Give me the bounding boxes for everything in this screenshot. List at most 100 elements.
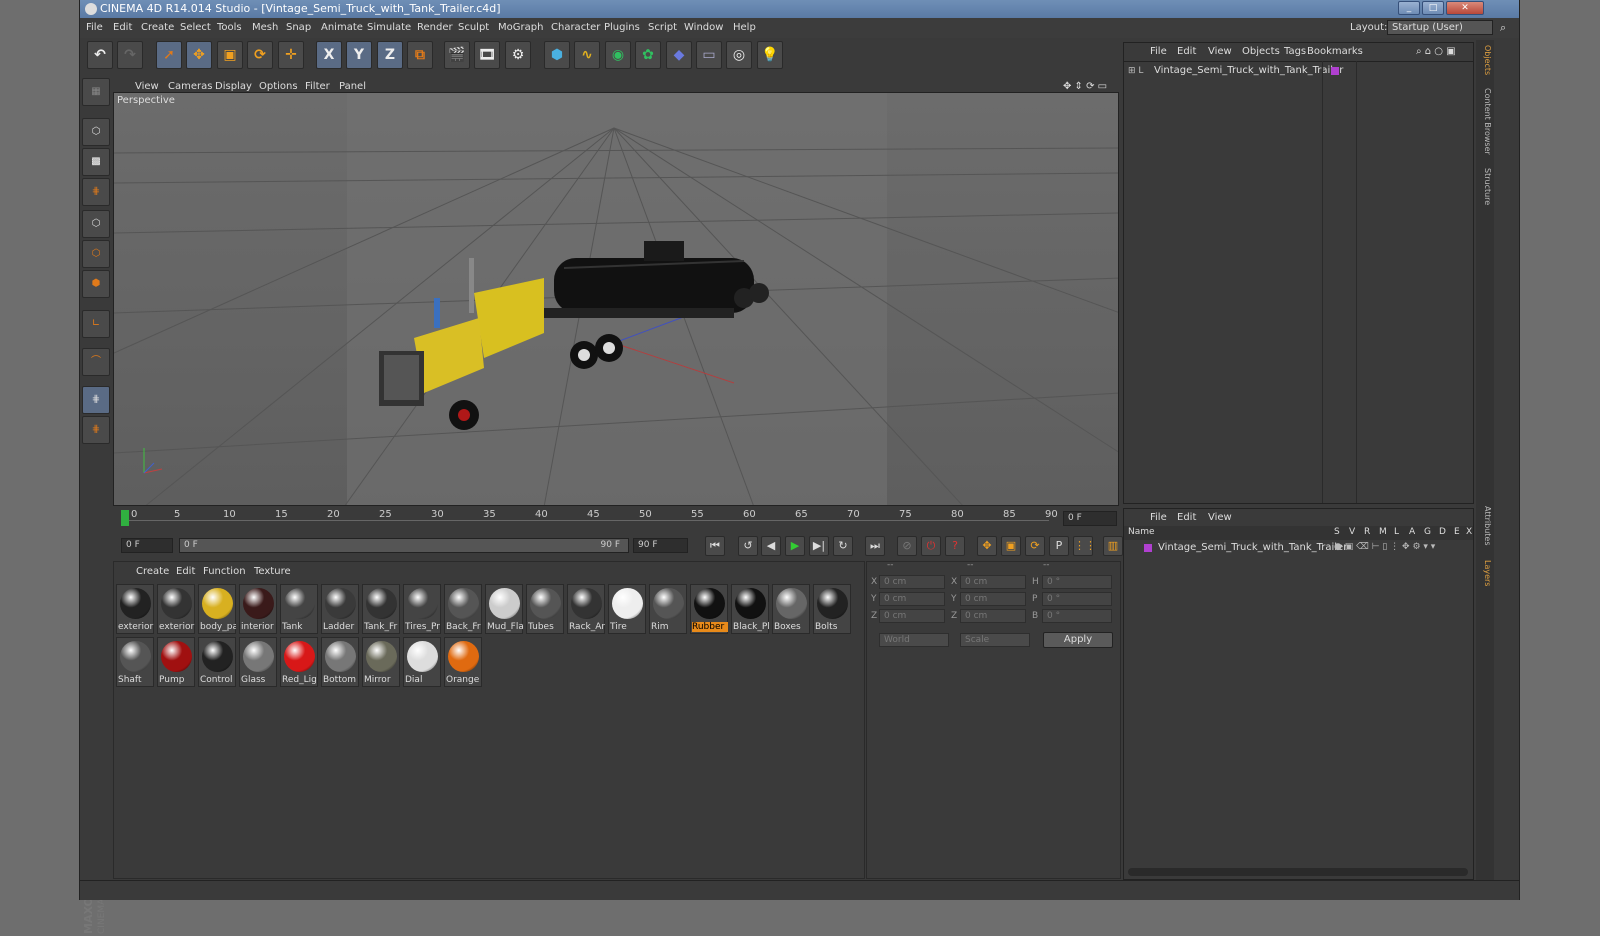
timeline-ruler[interactable]: 0 5 10 15 20 25 30 35 40 45 50 55 60 65 …: [113, 508, 1119, 530]
end-frame-field[interactable]: 90 F: [633, 538, 688, 553]
start-frame-field[interactable]: 0 F: [121, 538, 173, 553]
menu-plugins[interactable]: Plugins: [604, 22, 640, 33]
rotation-b-field[interactable]: 0 °: [1042, 609, 1112, 623]
object-manager-tool-icons[interactable]: ⌕ ⌂ ○ ▣: [1416, 46, 1456, 57]
menu-mograph[interactable]: MoGraph: [498, 22, 543, 33]
key-param-icon[interactable]: P: [1049, 536, 1069, 556]
material-menu-create[interactable]: Create: [136, 566, 169, 577]
layer-col-g[interactable]: G: [1424, 527, 1431, 537]
material-swatch[interactable]: Bottom: [321, 637, 359, 687]
key-pla-icon[interactable]: ⋮⋮: [1073, 536, 1096, 556]
step-back-icon[interactable]: ◀: [761, 536, 781, 556]
material-swatch[interactable]: Pump: [157, 637, 195, 687]
material-swatch[interactable]: Mirror: [362, 637, 400, 687]
menu-character[interactable]: Character: [551, 22, 600, 33]
material-swatch[interactable]: Red_Lig: [280, 637, 318, 687]
position-x-field[interactable]: 0 cm: [879, 575, 945, 589]
material-swatch[interactable]: Dial: [403, 637, 441, 687]
layer-col-d[interactable]: D: [1439, 527, 1446, 537]
render-view-icon[interactable]: 🎬: [444, 41, 470, 69]
material-swatch[interactable]: Control: [198, 637, 236, 687]
material-swatch[interactable]: body_pa: [198, 584, 236, 634]
scale-dropdown[interactable]: Scale: [960, 633, 1030, 647]
menu-snap[interactable]: Snap: [286, 22, 311, 33]
snap-icon[interactable]: ⌒: [82, 348, 110, 376]
make-editable-icon[interactable]: ▦: [82, 78, 110, 106]
minimize-button[interactable]: _: [1398, 1, 1420, 15]
material-swatch[interactable]: Bolts: [813, 584, 851, 634]
size-z-field[interactable]: 0 cm: [960, 609, 1026, 623]
size-y-field[interactable]: 0 cm: [960, 592, 1026, 606]
close-button[interactable]: ✕: [1446, 1, 1484, 15]
deformer-icon[interactable]: ◆: [666, 41, 692, 69]
viewport-menu-filter[interactable]: Filter: [305, 81, 330, 92]
viewport-menu-display[interactable]: Display: [215, 81, 252, 92]
render-settings-icon[interactable]: ⚙: [505, 41, 531, 69]
loop-icon[interactable]: ↺: [738, 536, 758, 556]
menu-select[interactable]: Select: [180, 22, 211, 33]
enable-snap-icon[interactable]: ⋕: [82, 416, 110, 444]
material-swatch[interactable]: Rack_Ar: [567, 584, 605, 634]
viewport-scene[interactable]: [114, 93, 1119, 506]
autokey-icon[interactable]: ⏻: [921, 536, 941, 556]
layer-name[interactable]: Vintage_Semi_Truck_with_Tank_Trailer: [1158, 542, 1347, 553]
model-mode-icon[interactable]: ⬡: [82, 118, 110, 146]
x-axis-toggle[interactable]: X: [316, 41, 342, 69]
z-axis-toggle[interactable]: Z: [377, 41, 403, 69]
viewport-menu-panel[interactable]: Panel: [339, 81, 366, 92]
viewport-menu-view[interactable]: View: [135, 81, 159, 92]
material-swatch[interactable]: Orange: [444, 637, 482, 687]
tab-objects[interactable]: Objects: [1478, 45, 1492, 75]
search-icon[interactable]: ⌕: [1500, 21, 1514, 35]
y-axis-toggle[interactable]: Y: [346, 41, 372, 69]
viewport-nav-icons[interactable]: ✥ ⇕ ⟳ ▭: [1063, 81, 1107, 92]
timeline-layout-icon[interactable]: ▥: [1103, 536, 1123, 556]
position-z-field[interactable]: 0 cm: [879, 609, 945, 623]
perspective-viewport[interactable]: Perspective: [113, 92, 1119, 506]
menu-edit[interactable]: Edit: [113, 22, 132, 33]
layer-col-l[interactable]: L: [1394, 527, 1399, 537]
layer-row[interactable]: Vintage_Semi_Truck_with_Tank_Trailer ● ▣…: [1128, 542, 1468, 556]
maximize-button[interactable]: □: [1422, 1, 1444, 15]
camera-icon[interactable]: ◎: [726, 41, 752, 69]
layer-menu-file[interactable]: File: [1150, 512, 1167, 523]
key-move-icon[interactable]: ✥: [977, 536, 997, 556]
rotation-h-field[interactable]: 0 °: [1042, 575, 1112, 589]
menu-create[interactable]: Create: [141, 22, 174, 33]
material-swatch[interactable]: Tire: [608, 584, 646, 634]
menu-mesh[interactable]: Mesh: [252, 22, 278, 33]
material-swatch[interactable]: Back_Fr: [444, 584, 482, 634]
points-mode-icon[interactable]: ⬡: [82, 210, 110, 238]
object-menu-objects[interactable]: Objects: [1242, 46, 1280, 57]
layer-col-e[interactable]: E: [1454, 527, 1460, 537]
menu-animate[interactable]: Animate: [321, 22, 363, 33]
object-menu-edit[interactable]: Edit: [1177, 46, 1196, 57]
layout-select[interactable]: Startup (User): [1387, 20, 1493, 35]
undo-icon[interactable]: ↶: [87, 41, 113, 69]
tab-attributes[interactable]: Attributes: [1478, 506, 1492, 546]
object-menu-bookmarks[interactable]: Bookmarks: [1307, 46, 1363, 57]
texture-mode-icon[interactable]: ▩: [82, 148, 110, 176]
layer-col-s[interactable]: S: [1334, 527, 1340, 537]
layer-color-swatch[interactable]: [1144, 544, 1152, 552]
layer-menu-view[interactable]: View: [1208, 512, 1232, 523]
live-select-icon[interactable]: ➚: [156, 41, 182, 69]
render-picture-viewer-icon[interactable]: 🎞: [474, 41, 500, 69]
material-swatch[interactable]: Shaft: [116, 637, 154, 687]
world-dropdown[interactable]: World: [879, 633, 949, 647]
layer-col-a[interactable]: A: [1409, 527, 1415, 537]
goto-end-icon[interactable]: ⏭: [865, 536, 885, 556]
spline-icon[interactable]: ∿: [574, 41, 600, 69]
material-swatch[interactable]: Tires_Pr: [403, 584, 441, 634]
move-icon[interactable]: ✥: [186, 41, 212, 69]
transform-icon[interactable]: ✛: [278, 41, 304, 69]
apply-button[interactable]: Apply: [1043, 632, 1113, 648]
nurbs-icon[interactable]: ◉: [605, 41, 631, 69]
layer-col-v[interactable]: V: [1349, 527, 1355, 537]
material-swatch[interactable]: exterior: [157, 584, 195, 634]
menu-file[interactable]: File: [86, 22, 103, 33]
floor-icon[interactable]: ▭: [696, 41, 722, 69]
material-swatch[interactable]: interior: [239, 584, 277, 634]
material-swatch[interactable]: Tank: [280, 584, 318, 634]
redo-icon[interactable]: ↷: [117, 41, 143, 69]
